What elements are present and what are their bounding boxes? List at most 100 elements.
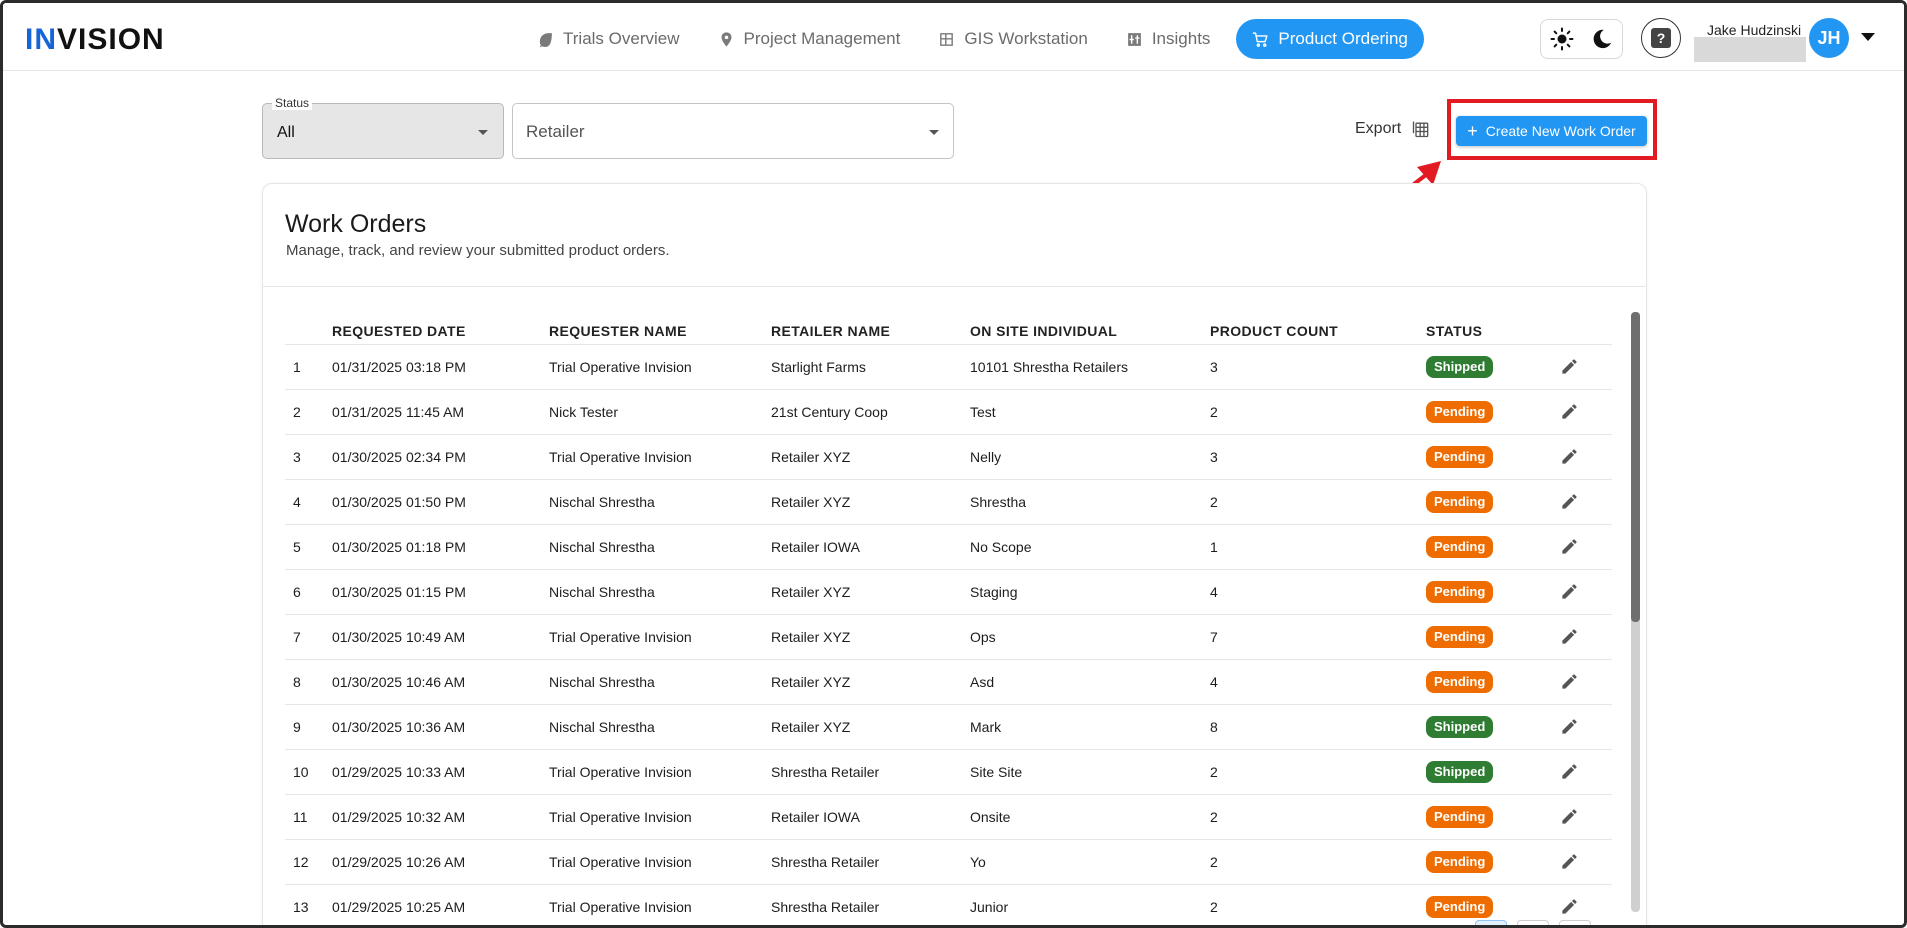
theme-toggle[interactable] — [1540, 19, 1623, 59]
help-button[interactable]: ? — [1641, 18, 1681, 58]
pagination-button[interactable] — [1517, 920, 1549, 925]
row-index: 4 — [285, 479, 332, 525]
status-badge: Pending — [1426, 580, 1494, 603]
table-row[interactable]: 11 01/29/2025 10:32 AM Trial Operative Inv… — [285, 794, 1612, 840]
row-index: 5 — [285, 524, 332, 570]
nav-project-management[interactable]: Project Management — [706, 19, 913, 59]
user-menu-caret-icon[interactable] — [1861, 33, 1875, 41]
main-nav: Trials Overview Project Management GIS W… — [525, 19, 1424, 59]
actions-cell — [1546, 749, 1612, 795]
edit-pencil-icon[interactable] — [1560, 717, 1579, 736]
status-cell: Pending — [1426, 479, 1546, 525]
moon-icon[interactable] — [1591, 28, 1613, 50]
column-header-requested-date[interactable]: REQUESTED DATE — [332, 312, 549, 345]
product-count-cell: 2 — [1210, 794, 1426, 840]
status-cell: Pending — [1426, 569, 1546, 615]
retailer-name-cell: Shrestha Retailer — [771, 884, 970, 925]
column-header-product-count[interactable]: PRODUCT COUNT — [1210, 312, 1426, 345]
on-site-individual-cell: Nelly — [970, 434, 1210, 480]
export-button[interactable]: Export — [1355, 119, 1431, 139]
actions-cell — [1546, 659, 1612, 705]
column-header-on-site-individual[interactable]: ON SITE INDIVIDUAL — [970, 312, 1210, 345]
row-index: 10 — [285, 749, 332, 795]
on-site-individual-cell: No Scope — [970, 524, 1210, 570]
product-count-cell: 2 — [1210, 389, 1426, 435]
on-site-individual-cell: Shrestha — [970, 479, 1210, 525]
table-row[interactable]: 1 01/31/2025 03:18 PM Trial Operative Invi… — [285, 344, 1612, 390]
product-count-cell: 4 — [1210, 659, 1426, 705]
table-row[interactable]: 4 01/30/2025 01:50 PM Nischal Shrestha Reta… — [285, 479, 1612, 525]
nav-trials-overview[interactable]: Trials Overview — [525, 19, 692, 59]
edit-pencil-icon[interactable] — [1560, 762, 1579, 781]
product-count-cell: 8 — [1210, 704, 1426, 750]
table-row[interactable]: 13 01/29/2025 10:25 AM Trial Operative Inv… — [285, 884, 1612, 925]
status-cell: Pending — [1426, 434, 1546, 480]
table-row[interactable]: 2 01/31/2025 11:45 AM Nick Tester 21st Cent… — [285, 389, 1612, 435]
column-header-retailer-name[interactable]: RETAILER NAME — [771, 312, 970, 345]
edit-pencil-icon[interactable] — [1560, 807, 1579, 826]
edit-pencil-icon[interactable] — [1560, 582, 1579, 601]
edit-pencil-icon[interactable] — [1560, 672, 1579, 691]
column-header-status[interactable]: STATUS — [1426, 312, 1546, 345]
create-new-work-order-button[interactable]: + Create New Work Order — [1456, 116, 1647, 146]
pagination-button[interactable] — [1559, 920, 1591, 925]
table-scrollbar[interactable] — [1631, 312, 1640, 912]
table-row[interactable]: 10 01/29/2025 10:33 AM Trial Operative Inv… — [285, 749, 1612, 795]
retailer-name-cell: 21st Century Coop — [771, 389, 970, 435]
retailer-filter-placeholder: Retailer — [526, 122, 585, 141]
table-header-row: REQUESTED DATE REQUESTER NAME RETAILER N… — [285, 312, 1612, 345]
edit-pencil-icon[interactable] — [1560, 627, 1579, 646]
row-index: 3 — [285, 434, 332, 480]
actions-cell — [1546, 704, 1612, 750]
edit-pencil-icon[interactable] — [1560, 447, 1579, 466]
requester-name-cell: Trial Operative Invision — [549, 749, 771, 795]
edit-pencil-icon[interactable] — [1560, 402, 1579, 421]
edit-pencil-icon[interactable] — [1560, 357, 1579, 376]
on-site-individual-cell: Staging — [970, 569, 1210, 615]
table-row[interactable]: 9 01/30/2025 10:36 AM Nischal Shrestha Reta… — [285, 704, 1612, 750]
on-site-individual-cell: Junior — [970, 884, 1210, 925]
table-row[interactable]: 5 01/30/2025 01:18 PM Nischal Shrestha Reta… — [285, 524, 1612, 570]
status-badge: Pending — [1426, 445, 1494, 468]
nav-product-ordering[interactable]: Product Ordering — [1236, 19, 1424, 59]
on-site-individual-cell: Mark — [970, 704, 1210, 750]
table-row[interactable]: 8 01/30/2025 10:46 AM Nischal Shrestha Reta… — [285, 659, 1612, 705]
edit-pencil-icon[interactable] — [1560, 537, 1579, 556]
column-header-requester-name[interactable]: REQUESTER NAME — [549, 312, 771, 345]
product-count-cell: 2 — [1210, 884, 1426, 925]
status-filter-select[interactable]: Status All — [262, 96, 504, 159]
table-row[interactable]: 7 01/30/2025 10:49 AM Trial Operative Invi… — [285, 614, 1612, 660]
requested-date-cell: 01/30/2025 01:50 PM — [332, 479, 549, 525]
retailer-name-cell: Retailer IOWA — [771, 794, 970, 840]
edit-pencil-icon[interactable] — [1560, 897, 1579, 916]
status-badge: Pending — [1426, 625, 1494, 648]
scrollbar-thumb[interactable] — [1631, 312, 1640, 622]
table-row[interactable]: 3 01/30/2025 02:34 PM Trial Operative Invi… — [285, 434, 1612, 480]
page-subtitle: Manage, track, and review your submitted… — [286, 242, 670, 259]
requester-name-cell: Trial Operative Invision — [549, 434, 771, 480]
retailer-name-cell: Shrestha Retailer — [771, 839, 970, 885]
table-row[interactable]: 12 01/29/2025 10:26 AM Trial Operative Inv… — [285, 839, 1612, 885]
retailer-filter-select[interactable]: Retailer — [512, 103, 954, 159]
edit-pencil-icon[interactable] — [1560, 492, 1579, 511]
row-index: 6 — [285, 569, 332, 615]
nav-gis-workstation[interactable]: GIS Workstation — [926, 19, 1099, 59]
sun-icon[interactable] — [1550, 27, 1574, 51]
requester-name-cell: Nischal Shrestha — [549, 659, 771, 705]
actions-cell — [1546, 479, 1612, 525]
edit-pencil-icon[interactable] — [1560, 852, 1579, 871]
status-cell: Pending — [1426, 839, 1546, 885]
avatar[interactable]: JH — [1809, 18, 1849, 58]
brand-logo[interactable]: INVISION — [25, 23, 165, 57]
status-badge: Pending — [1426, 850, 1494, 873]
status-badge: Pending — [1426, 670, 1494, 693]
row-index: 2 — [285, 389, 332, 435]
status-cell: Shipped — [1426, 749, 1546, 795]
status-cell: Pending — [1426, 794, 1546, 840]
nav-insights[interactable]: Insights — [1114, 19, 1223, 59]
table-row[interactable]: 6 01/30/2025 01:15 PM Nischal Shrestha Reta… — [285, 569, 1612, 615]
on-site-individual-cell: Test — [970, 389, 1210, 435]
nav-label: Product Ordering — [1278, 29, 1408, 48]
pagination-button-current[interactable] — [1475, 920, 1507, 925]
divider — [263, 286, 1646, 287]
